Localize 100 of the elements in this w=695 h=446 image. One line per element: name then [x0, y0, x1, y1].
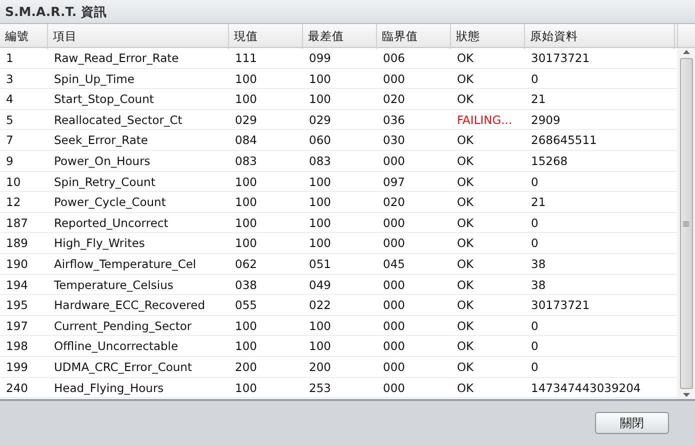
grip-icon: [683, 220, 689, 226]
status-text: OK: [456, 380, 475, 396]
table-cell-text: 0: [530, 358, 540, 376]
table-cell-text: 195: [5, 297, 29, 314]
status-text: OK: [456, 297, 475, 314]
table-cell-text: 062: [234, 256, 258, 273]
table-cell-text: Seek_Error_Rate: [53, 132, 150, 150]
table-cell-text: Power_On_Hours: [53, 152, 152, 170]
table-cell-text: 198: [5, 338, 29, 356]
table-cell-text: 038: [234, 276, 258, 294]
column-header[interactable]: 臨界值: [377, 24, 451, 50]
table-cell-text: 10: [5, 174, 22, 191]
table-cell-text: 199: [5, 358, 29, 376]
table-cell-text: 029: [234, 112, 258, 129]
table-cell-text: 100: [234, 214, 258, 232]
column-header[interactable]: 狀態: [451, 24, 525, 50]
table-cell-text: 187: [5, 214, 29, 232]
status-text: OK: [456, 70, 475, 88]
status-text: OK: [456, 318, 475, 335]
status-text: OK: [456, 174, 475, 191]
status-text: OK: [456, 91, 475, 108]
table-cell-text: 3: [5, 70, 14, 88]
table-cell-text: 200: [234, 358, 258, 376]
table-cell-text: 0: [530, 318, 540, 335]
table-cell-text: Reallocated_Sector_Ct: [53, 112, 184, 129]
table-cell-text: 200: [308, 358, 332, 376]
table-cell-text: 000: [382, 276, 406, 294]
table-cell-text: 051: [308, 256, 332, 273]
column-header[interactable]: 編號: [0, 24, 48, 50]
table-cell-text: 000: [382, 380, 406, 396]
column-header[interactable]: 原始資料: [525, 24, 675, 50]
table-cell-text: 045: [382, 256, 406, 273]
table-cell-text: Airflow_Temperature_Cel: [53, 256, 198, 273]
table-cell-text: Head_Flying_Hours: [53, 380, 165, 397]
table-cell-text: 268645511: [530, 132, 598, 150]
table-cell-text: 036: [382, 112, 406, 129]
column-header[interactable]: 項目: [48, 24, 229, 50]
close-button[interactable]: 關閉: [595, 412, 669, 434]
table-cell-text: 0: [530, 338, 540, 356]
table-cell-text: UDMA_CRC_Error_Count: [53, 358, 193, 376]
table-cell-text: 020: [382, 91, 406, 108]
table-cell-text: 060: [308, 132, 332, 150]
table-cell-text: 38: [530, 276, 547, 294]
table-cell-text: Current_Pending_Sector: [53, 318, 193, 335]
status-text: OK: [456, 152, 475, 170]
table-cell-text: 30173721: [530, 50, 591, 67]
status-text: OK: [456, 50, 475, 67]
table-cell-text: 100: [308, 318, 332, 335]
table-cell-text: 097: [382, 174, 406, 191]
table-cell-text: 100: [234, 194, 258, 212]
scrollbar[interactable]: [677, 24, 695, 399]
table-cell-text: 022: [308, 297, 332, 314]
table-cell-text: 240: [5, 380, 29, 396]
table-cell-text: 083: [234, 152, 258, 170]
table-cell-text: 147347443039204: [530, 380, 642, 396]
status-text: OK: [456, 194, 475, 212]
table-cell-text: 111: [234, 50, 258, 67]
status-text: OK: [456, 358, 475, 376]
column-header[interactable]: 最差值: [303, 24, 377, 50]
table-cell-text: 000: [382, 214, 406, 232]
table-cell-text: Reported_Uncorrect: [53, 214, 170, 232]
table-cell-text: 055: [234, 297, 258, 314]
table-cell-text: 30173721: [530, 297, 591, 314]
table-cell-text: 000: [382, 70, 406, 88]
table-cell-text: Power_Cycle_Count: [53, 194, 167, 212]
table-cell-text: 000: [382, 318, 406, 335]
table-cell-text: 194: [5, 276, 29, 294]
status-text: OK: [456, 132, 475, 150]
table-cell-text: 190: [5, 256, 29, 273]
table-cell-text: 38: [530, 256, 547, 273]
scroll-down-icon[interactable]: [682, 393, 690, 397]
table-cell-text: 000: [382, 338, 406, 356]
table-cell-text: 100: [308, 338, 332, 356]
table-cell-text: Hardware_ECC_Recovered: [53, 297, 206, 314]
table-cell-text: 189: [5, 235, 29, 252]
table-cell-text: Spin_Up_Time: [53, 70, 136, 88]
table-cell-text: 000: [382, 235, 406, 252]
table-cell-text: 100: [308, 214, 332, 232]
table-cell-text: 100: [234, 174, 258, 191]
status-text: OK: [456, 256, 475, 273]
table-cell-text: 197: [5, 318, 29, 335]
table-cell-text: 4: [5, 91, 14, 108]
scroll-up-icon[interactable]: [682, 50, 690, 54]
table-cell-text: Temperature_Celsius: [53, 276, 174, 294]
table-cell-text: 006: [382, 50, 406, 67]
column-header[interactable]: 現值: [229, 24, 303, 50]
table-cell-text: 000: [382, 152, 406, 170]
table-cell-text: 084: [234, 132, 258, 150]
status-text: OK: [456, 235, 475, 252]
status-text: OK: [456, 338, 475, 356]
status-text: OK: [456, 276, 475, 294]
table-cell-text: 100: [234, 91, 258, 108]
table-cell-text: 5: [5, 112, 14, 129]
table-cell-text: 0: [530, 70, 540, 88]
table-cell-text: 100: [234, 318, 258, 335]
table-cell-text: 100: [234, 380, 258, 396]
table-cell-text: 029: [308, 112, 332, 129]
table-cell-text: 9: [5, 152, 14, 170]
table-cell-text: 253: [308, 380, 332, 396]
table-cell-text: 099: [308, 50, 332, 67]
